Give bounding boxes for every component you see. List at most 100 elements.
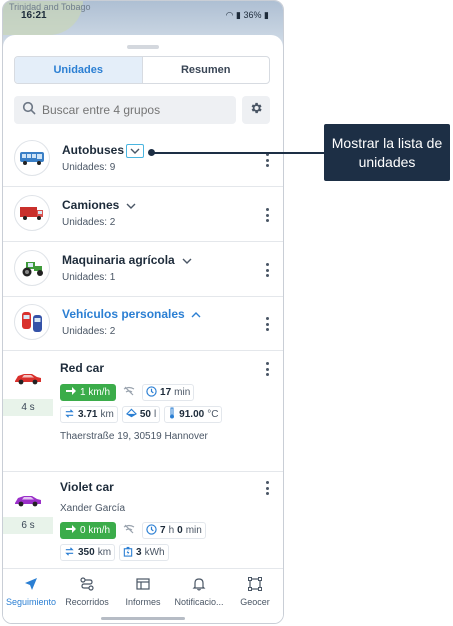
mileage-unit: km <box>100 409 114 420</box>
more-options-icon[interactable] <box>265 208 269 222</box>
duration-value: 17 <box>160 387 172 398</box>
group-row-autobuses[interactable]: Autobuses Unidades: 9 <box>3 133 283 187</box>
speed-badge: 1 km/h <box>60 384 117 401</box>
satellite-off-icon <box>123 386 135 399</box>
mileage-chip: 350 km <box>60 544 116 561</box>
no-satellite-chip <box>120 522 139 539</box>
home-indicator[interactable] <box>101 617 185 620</box>
mileage-value: 350 <box>78 547 95 558</box>
temperature-unit: °C <box>207 409 219 420</box>
chevron-down-icon[interactable] <box>122 199 140 213</box>
duration-unit: min <box>174 387 191 398</box>
nav-recorridos[interactable]: Recorridos <box>59 569 115 623</box>
gear-icon <box>249 101 263 120</box>
last-update-badge: 6 s <box>3 517 53 534</box>
group-name: Vehículos personales <box>62 307 185 321</box>
mileage-icon <box>64 546 75 560</box>
tractor-icon <box>14 250 50 286</box>
callout-connector-dot <box>148 149 155 156</box>
tab-unidades[interactable]: Unidades <box>15 57 143 83</box>
duration-chip: 17 min <box>142 384 195 401</box>
group-name: Maquinaria agrícola <box>62 253 175 267</box>
signal-icon: ▮ <box>236 10 241 20</box>
bus-icon <box>14 140 50 176</box>
group-unit-count: Unidades: 1 <box>62 272 116 283</box>
speed-value: 1 km/h <box>80 387 111 398</box>
group-unit-count: Unidades: 2 <box>62 326 116 337</box>
temperature-chip: 91.00 °C <box>164 406 223 423</box>
sheet-drag-handle[interactable] <box>127 45 159 49</box>
group-name: Camiones <box>62 198 120 212</box>
status-time: 16:21 <box>21 10 47 21</box>
search-box[interactable] <box>14 96 236 124</box>
fuel-value: 50 <box>139 409 151 420</box>
bottom-sheet: Unidades Resumen Autobuses Unidades: 9 <box>3 35 283 623</box>
clock-icon <box>146 523 157 538</box>
clock-icon <box>146 385 157 400</box>
unit-stats-row: 1 km/h 17 min <box>60 384 195 401</box>
speed-badge: 0 km/h <box>60 522 117 539</box>
nav-seguimiento[interactable]: Seguimiento <box>3 569 59 623</box>
mileage-value: 3.71 <box>78 409 98 420</box>
group-row-camiones[interactable]: Camiones Unidades: 2 <box>3 188 283 242</box>
nav-label: Notificacio... <box>174 597 224 607</box>
violet-car-icon <box>13 492 43 513</box>
chevron-up-icon[interactable] <box>187 308 205 322</box>
nav-notificaciones[interactable]: Notificacio... <box>171 569 227 623</box>
more-options-icon[interactable] <box>265 481 269 495</box>
duration-minutes: 0 <box>177 525 183 536</box>
chevron-down-icon[interactable] <box>178 254 196 268</box>
unit-name: Red car <box>60 361 105 375</box>
route-icon <box>80 577 94 593</box>
settings-button[interactable] <box>242 96 270 124</box>
nav-label: Seguimiento <box>5 597 57 607</box>
duration-hours: 7 <box>160 525 166 536</box>
fuel-unit: l <box>153 409 157 420</box>
speed-value: 0 km/h <box>80 525 111 536</box>
search-input[interactable] <box>42 103 222 117</box>
battery-icon: ▮ <box>264 10 269 20</box>
unit-address: Thaerstraße 19, 30519 Hannover <box>60 431 208 442</box>
chevron-down-icon[interactable] <box>126 144 144 158</box>
energy-value: 3 <box>136 547 142 558</box>
tab-resumen[interactable]: Resumen <box>143 57 270 83</box>
phone-frame: Trinidad and Tobago 16:21 ◠ ▮ 36% ▮ Unid… <box>2 0 284 624</box>
cars-icon <box>14 304 50 340</box>
temperature-value: 91.00 <box>179 409 205 420</box>
report-icon <box>136 577 150 593</box>
group-unit-count: Unidades: 9 <box>62 162 116 173</box>
unit-stats-row: 0 km/h 7 h 0 min <box>60 522 206 539</box>
no-satellite-chip <box>120 384 139 401</box>
unit-sensors-row: 3.71 km 50 l 91.00 °C <box>60 406 223 423</box>
unit-name: Violet car <box>60 480 114 494</box>
satellite-off-icon <box>123 524 135 537</box>
more-options-icon[interactable] <box>265 317 269 331</box>
unit-row-violet-car[interactable]: 6 s Violet car Xander García 0 km/h 7 h … <box>3 472 283 572</box>
group-row-vehiculos-personales[interactable]: Vehículos personales Unidades: 2 <box>3 297 283 351</box>
mileage-chip: 3.71 km <box>60 406 118 423</box>
nav-informes[interactable]: Informes <box>115 569 171 623</box>
mileage-icon <box>64 408 75 422</box>
unit-row-red-car[interactable]: 4 s Red car 1 km/h 17 min 3.71 km 50 l 9… <box>3 352 283 472</box>
more-options-icon[interactable] <box>265 362 269 376</box>
navigation-arrow-icon <box>24 577 38 593</box>
energy-chip: 3 kWh <box>119 544 169 561</box>
more-options-icon[interactable] <box>265 153 269 167</box>
mileage-unit: km <box>97 547 112 558</box>
energy-unit: kWh <box>144 547 165 558</box>
nav-geocercas[interactable]: Geocer <box>227 569 283 623</box>
arrow-right-icon <box>66 387 76 398</box>
wifi-icon: ◠ <box>225 10 234 20</box>
group-row-maquinaria[interactable]: Maquinaria agrícola Unidades: 1 <box>3 243 283 297</box>
arrow-right-icon <box>66 525 76 536</box>
tab-bar: Unidades Resumen <box>14 56 270 84</box>
unit-sensors-row: 350 km 3 kWh <box>60 544 169 561</box>
last-update-badge: 4 s <box>3 399 53 416</box>
more-options-icon[interactable] <box>265 263 269 277</box>
battery-charging-icon <box>123 546 133 560</box>
duration-chip: 7 h 0 min <box>142 522 206 539</box>
bell-icon <box>192 577 206 593</box>
thermometer-icon <box>168 407 176 422</box>
geofence-icon <box>248 577 262 593</box>
status-icons: ◠ ▮ 36% ▮ <box>226 10 269 21</box>
